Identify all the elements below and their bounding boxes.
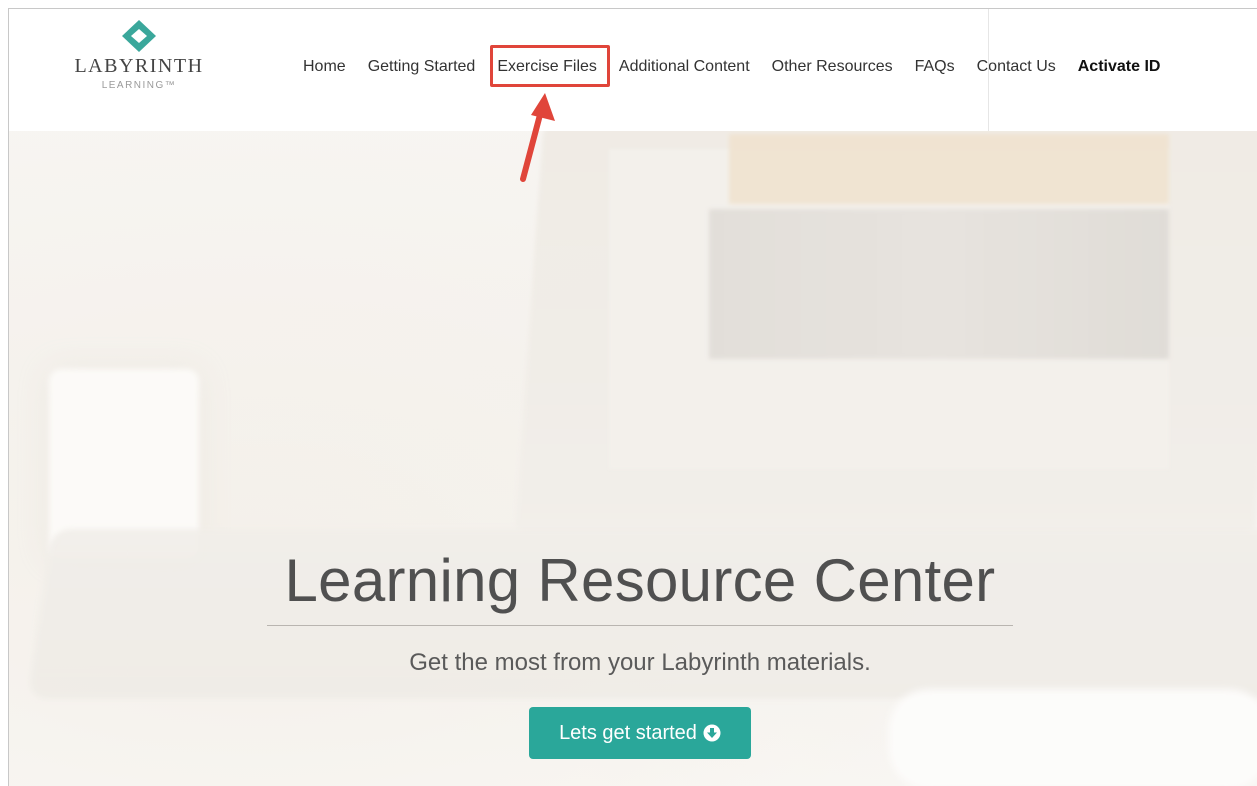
nav-getting-started[interactable]: Getting Started — [357, 58, 487, 76]
nav-other-resources[interactable]: Other Resources — [761, 58, 904, 76]
hero-divider — [267, 625, 1013, 626]
main-nav: Home Getting Started Exercise Files Addi… — [292, 58, 1171, 76]
page-frame: LABYRINTH LEARNING™ Home Getting Started… — [8, 8, 1257, 786]
hero-title: Learning Resource Center — [284, 547, 996, 614]
site-header: LABYRINTH LEARNING™ Home Getting Started… — [9, 9, 1257, 131]
diamond-logo-icon — [122, 20, 156, 52]
nav-contact-us[interactable]: Contact Us — [966, 58, 1067, 76]
hero-subtitle: Get the most from your Labyrinth materia… — [409, 649, 871, 676]
nav-activate-id[interactable]: Activate ID — [1067, 58, 1172, 76]
nav-home[interactable]: Home — [292, 58, 357, 76]
brand-logo[interactable]: LABYRINTH LEARNING™ — [59, 19, 219, 119]
red-arrow-pointer-icon — [520, 93, 555, 182]
brand-name: LABYRINTH — [74, 55, 204, 77]
nav-divider — [988, 9, 989, 131]
lets-get-started-button[interactable]: Lets get started — [529, 707, 751, 759]
nav-additional-content[interactable]: Additional Content — [608, 58, 761, 76]
circle-arrow-down-icon — [703, 724, 721, 742]
brand-subtitle: LEARNING™ — [101, 80, 177, 91]
exercise-files-highlight-box — [490, 45, 610, 87]
nav-faqs[interactable]: FAQs — [904, 58, 966, 76]
cta-label: Lets get started — [559, 721, 697, 744]
hero-title-wrap: Learning Resource Center — [267, 539, 1013, 623]
